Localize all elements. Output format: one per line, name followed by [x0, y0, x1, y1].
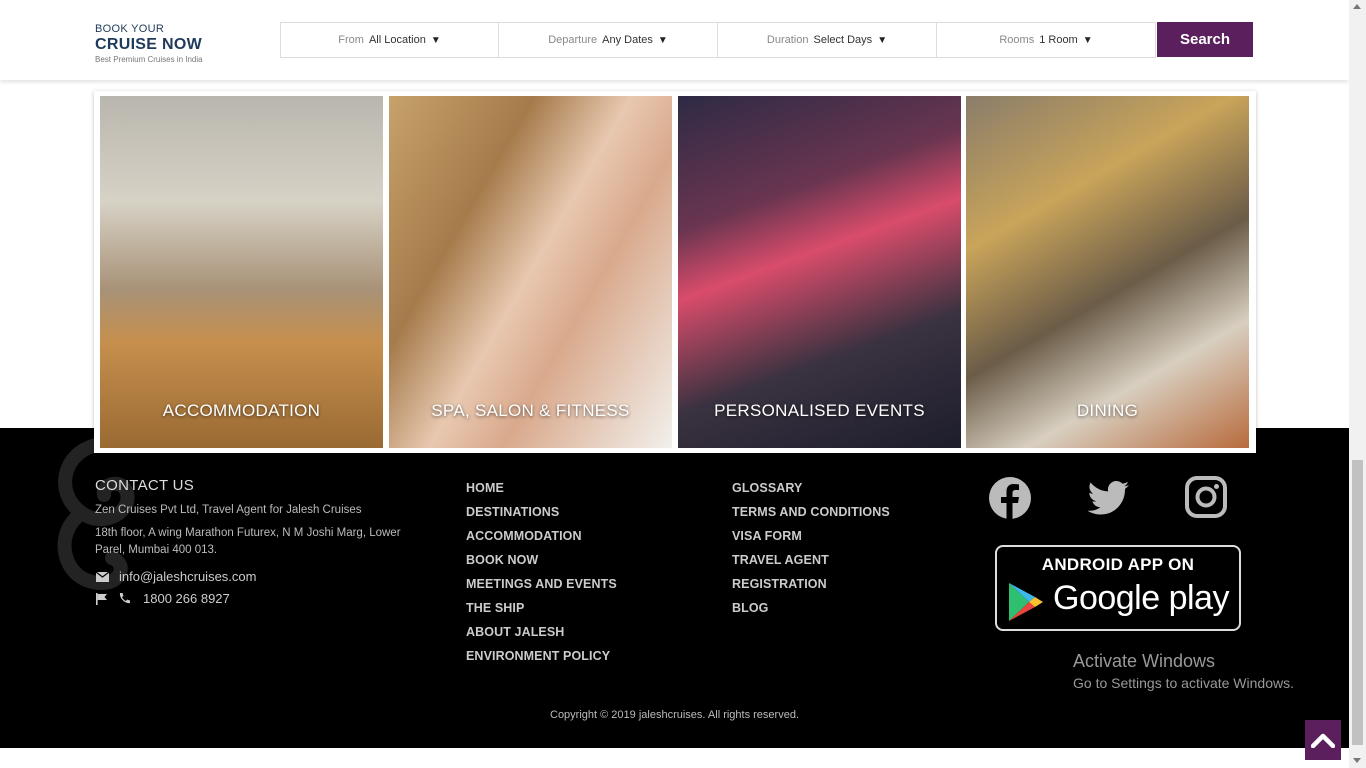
play-store-icon	[1009, 583, 1043, 621]
page-bottom-strip	[0, 748, 1349, 768]
amenity-caption: ACCOMMODATION	[162, 401, 321, 420]
amenity-tile-dining[interactable]: DINING	[966, 96, 1249, 448]
footer-link-the-ship[interactable]: THE SHIP	[466, 601, 617, 625]
duration-value: Select Days	[813, 34, 873, 46]
footer-links-col1: HOME DESTINATIONS ACCOMMODATION BOOK NOW…	[466, 481, 617, 673]
footer-links-col2: GLOSSARY TERMS AND CONDITIONS VISA FORM …	[732, 481, 890, 625]
twitter-icon[interactable]	[1087, 476, 1131, 520]
footer-link-environment[interactable]: ENVIRONMENT POLICY	[466, 649, 617, 673]
from-dropdown[interactable]: From All Location ▼	[280, 22, 499, 58]
departure-label: Departure	[548, 34, 598, 46]
caret-down-icon: ▼	[1082, 34, 1093, 46]
caret-down-icon: ▼	[657, 34, 668, 46]
instagram-icon[interactable]	[1185, 476, 1227, 518]
rooms-value: 1 Room	[1039, 34, 1078, 46]
contact-email[interactable]: info@jaleshcruises.com	[95, 569, 256, 584]
footer-link-accommodation[interactable]: ACCOMMODATION	[466, 529, 617, 553]
caret-down-icon: ▼	[877, 34, 888, 46]
footer-link-about[interactable]: ABOUT JALESH	[466, 625, 617, 649]
brand-logo[interactable]: BOOK YOUR CRUISE NOW Best Premium Cruise…	[95, 23, 203, 64]
rooms-dropdown[interactable]: Rooms 1 Room ▼	[937, 22, 1156, 58]
from-label: From	[338, 34, 364, 46]
company-name: Zen Cruises Pvt Ltd, Travel Agent for Ja…	[95, 504, 362, 516]
footer-link-visa[interactable]: VISA FORM	[732, 529, 890, 553]
watermark-subtitle: Go to Settings to activate Windows.	[1073, 675, 1294, 691]
contact-title: CONTACT US	[95, 477, 195, 494]
departure-value: Any Dates	[602, 34, 653, 46]
footer-link-travel-agent[interactable]: TRAVEL AGENT	[732, 553, 890, 577]
amenity-tile-accommodation[interactable]: ACCOMMODATION	[100, 96, 383, 448]
phone-icon	[117, 592, 131, 606]
footer-link-home[interactable]: HOME	[466, 481, 617, 505]
envelope-icon	[95, 570, 109, 584]
badge-bottom-text: Google play	[1053, 579, 1229, 617]
facebook-icon[interactable]	[988, 476, 1032, 520]
chevron-up-icon	[1311, 733, 1335, 748]
amenities-grid: ACCOMMODATION SPA, SALON & FITNESS PERSO…	[94, 91, 1256, 453]
contact-phone[interactable]: 1800 266 8927	[95, 591, 230, 606]
windows-activation-watermark: Activate Windows Go to Settings to activ…	[1073, 651, 1294, 691]
duration-label: Duration	[766, 34, 809, 46]
badge-top-text: ANDROID APP ON	[1041, 555, 1195, 574]
amenity-tile-events[interactable]: PERSONALISED EVENTS	[678, 96, 961, 448]
top-header: BOOK YOUR CRUISE NOW Best Premium Cruise…	[0, 0, 1349, 80]
search-button[interactable]: Search	[1157, 22, 1253, 57]
footer-link-glossary[interactable]: GLOSSARY	[732, 481, 890, 505]
scroll-up-arrow-icon[interactable]	[1353, 4, 1361, 9]
company-address: 18th floor, A wing Marathon Futurex, N M…	[95, 527, 401, 556]
from-value: All Location	[368, 34, 426, 46]
caret-down-icon: ▼	[430, 34, 441, 46]
amenity-tile-spa[interactable]: SPA, SALON & FITNESS	[389, 96, 672, 448]
brand-line2: CRUISE NOW	[95, 36, 202, 53]
watermark-title: Activate Windows	[1073, 651, 1216, 671]
amenity-caption: SPA, SALON & FITNESS	[431, 401, 630, 420]
rooms-label: Rooms	[999, 34, 1035, 46]
cruise-search-bar: From All Location ▼ Departure Any Dates …	[280, 22, 1253, 58]
vertical-scrollbar[interactable]	[1349, 0, 1366, 768]
google-play-badge[interactable]: ANDROID APP ON Google play	[995, 545, 1241, 631]
duration-dropdown[interactable]: Duration Select Days ▼	[718, 22, 937, 58]
footer-link-book-now[interactable]: BOOK NOW	[466, 553, 617, 577]
footer-link-registration[interactable]: REGISTRATION	[732, 577, 890, 601]
brand-tagline: Best Premium Cruises in India	[95, 55, 203, 64]
footer-link-terms[interactable]: TERMS AND CONDITIONS	[732, 505, 890, 529]
flag-icon	[95, 592, 109, 606]
phone-text: 1800 266 8927	[143, 591, 230, 606]
footer-link-meetings-events[interactable]: MEETINGS AND EVENTS	[466, 577, 617, 601]
amenity-caption: PERSONALISED EVENTS	[714, 401, 925, 420]
amenity-caption: DINING	[1076, 401, 1139, 420]
scroll-to-top-button[interactable]	[1305, 720, 1341, 760]
copyright-text: Copyright © 2019 jaleshcruises. All righ…	[550, 709, 799, 721]
departure-dropdown[interactable]: Departure Any Dates ▼	[499, 22, 718, 58]
site-footer: CONTACT US Zen Cruises Pvt Ltd, Travel A…	[0, 428, 1349, 748]
scrollbar-thumb[interactable]	[1352, 460, 1363, 745]
scroll-down-arrow-icon[interactable]	[1353, 758, 1361, 763]
brand-line1: BOOK YOUR	[95, 23, 165, 35]
footer-link-blog[interactable]: BLOG	[732, 601, 890, 625]
footer-link-destinations[interactable]: DESTINATIONS	[466, 505, 617, 529]
email-text: info@jaleshcruises.com	[119, 569, 257, 584]
